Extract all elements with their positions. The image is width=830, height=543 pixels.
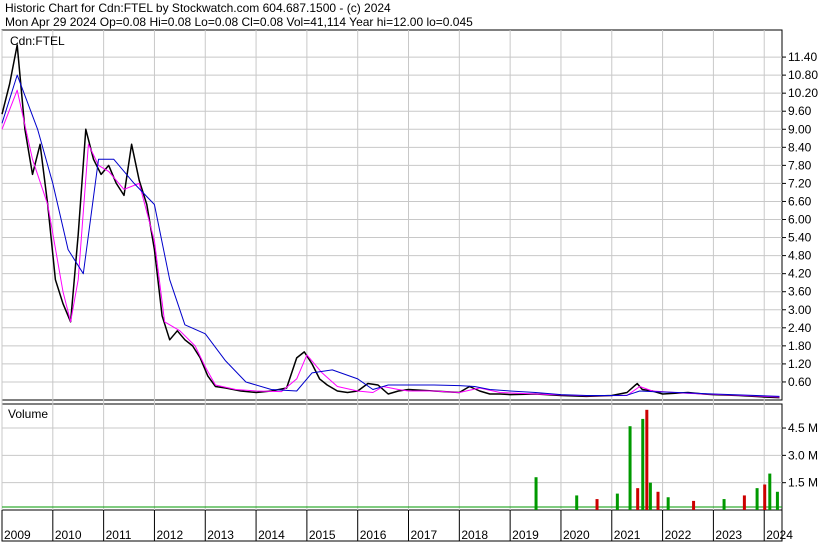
volume-tick-label: 3.0 M [788,448,818,462]
year-tick-label: 2022 [665,528,692,542]
volume-bar [648,482,652,510]
volume-bar [628,426,632,510]
year-tick-label: 2024 [766,528,793,542]
year-tick-label: 2013 [207,528,234,542]
volume-bar [636,488,640,510]
year-tick-label: 2012 [156,528,183,542]
price-tick-label: 10.20 [788,86,818,100]
year-tick-label: 2010 [55,528,82,542]
volume-bar [722,499,726,510]
volume-bar [692,500,696,510]
stock-chart: 2009 2010 2011 2012 2013 2014 2015 2016 2017 2018… [1,29,818,542]
volume-tick-label: 4.5 M [788,421,818,435]
volume-bar [575,495,579,510]
price-tick-label: 6.60 [788,194,812,208]
price-tick-label: 3.00 [788,303,812,317]
price-tick-label: 6.00 [788,213,812,227]
price-tick-label: 3.60 [788,285,812,299]
price-tick-label: 11.40 [788,50,817,64]
price-tick-label: 8.40 [788,140,812,154]
volume-bar [645,409,649,510]
price-tick-label: 4.20 [788,267,812,281]
volume-tick-label: 1.5 M [788,476,818,490]
volume-bar [595,499,599,510]
price-chart-title: Cdn:FTEL [10,34,65,48]
year-tick-label: 2009 [4,528,31,542]
volume-chart-title: Volume [8,407,48,421]
price-tick-label: 0.60 [788,375,812,389]
volume-bar [763,484,767,510]
year-tick-label: 2011 [106,528,132,542]
year-tick-label: 2021 [614,528,641,542]
volume-bar [641,418,645,510]
price-panel [1,29,783,401]
price-tick-label: 4.80 [788,249,812,263]
volume-bar [534,477,538,510]
price-tick-label: 1.20 [788,357,812,371]
volume-panel [1,403,783,511]
price-tick-label: 7.20 [788,176,812,190]
volume-bar [755,488,759,510]
year-tick-label: 2016 [360,528,387,542]
year-tick-label: 2014 [258,528,285,542]
price-tick-label: 1.80 [788,339,812,353]
price-tick-label: 2.40 [788,321,812,335]
year-tick-label: 2018 [461,528,488,542]
volume-bar [742,495,746,510]
year-tick-label: 2023 [715,528,742,542]
year-tick-label: 2017 [411,528,438,542]
price-tick-label: 7.80 [788,158,812,172]
year-tick-label: 2019 [512,528,539,542]
year-tick-label: 2020 [563,528,590,542]
volume-bar [768,473,772,510]
volume-bar [666,497,670,510]
price-tick-label: 10.80 [788,68,818,82]
volume-bar [615,493,619,510]
volume-bar [775,491,779,510]
price-tick-label: 9.60 [788,104,812,118]
year-tick-label: 2015 [309,528,336,542]
price-tick-label: 5.40 [788,231,812,245]
price-tick-label: 9.00 [788,122,812,136]
volume-bar [656,491,660,510]
